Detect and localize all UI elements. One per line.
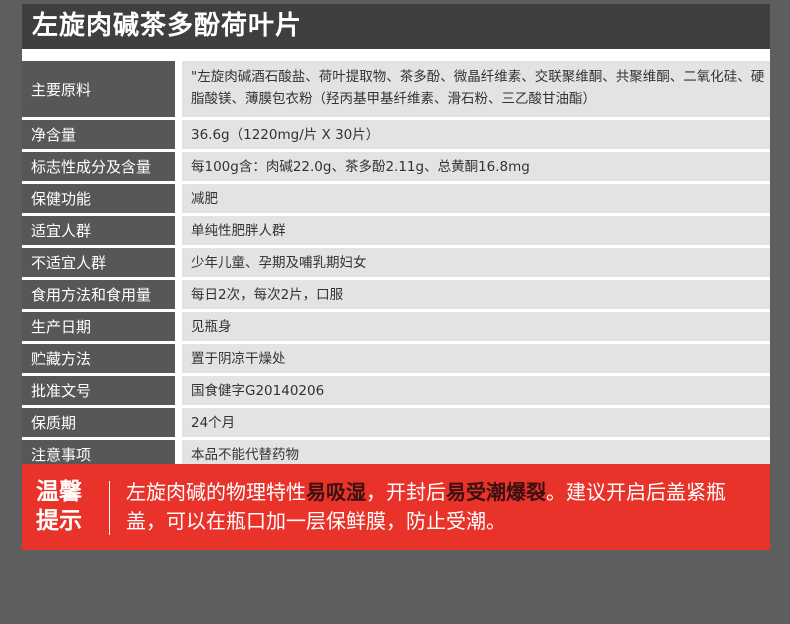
row-value: 单纯性肥胖人群 bbox=[182, 216, 770, 245]
table-row-ingredients: 主要原料 "左旋肉碱酒石酸盐、荷叶提取物、茶多酚、微晶纤维素、交联聚维酮、共聚维… bbox=[22, 61, 770, 117]
tip-highlight-moisture: 易吸湿 bbox=[306, 480, 366, 504]
row-label: 生产日期 bbox=[22, 312, 175, 341]
table-row-unsuitable-people: 不适宜人群 少年儿童、孕期及哺乳期妇女 bbox=[22, 248, 770, 277]
table-row-net-content: 净含量 36.6g（1220mg/片 X 30片） bbox=[22, 120, 770, 149]
row-value: 减肥 bbox=[182, 184, 770, 213]
row-label: 净含量 bbox=[22, 120, 175, 149]
row-label: 不适宜人群 bbox=[22, 248, 175, 277]
row-value: 置于阴凉干燥处 bbox=[182, 344, 770, 373]
tip-title-line2: 提示 bbox=[36, 508, 82, 534]
row-label: 贮藏方法 bbox=[22, 344, 175, 373]
tip-text-part1: 左旋肉碱的物理特性 bbox=[126, 480, 306, 504]
row-label: 保质期 bbox=[22, 408, 175, 437]
product-info-panel: 左旋肉碱茶多酚荷叶片 主要原料 "左旋肉碱酒石酸盐、荷叶提取物、茶多酚、微晶纤维… bbox=[22, 4, 770, 550]
warm-tip-banner: 温馨 提示 左旋肉碱的物理特性易吸湿，开封后易受潮爆裂。建议开启后盖紧瓶盖，可以… bbox=[22, 464, 770, 550]
page-title: 左旋肉碱茶多酚荷叶片 bbox=[22, 4, 770, 49]
row-label: 批准文号 bbox=[22, 376, 175, 405]
table-row-shelf-life: 保质期 24个月 bbox=[22, 408, 770, 437]
tip-text-part2: ，开封后 bbox=[366, 480, 446, 504]
row-label: 标志性成分及含量 bbox=[22, 152, 175, 181]
row-value: 36.6g（1220mg/片 X 30片） bbox=[182, 120, 770, 149]
row-value: 每100g含：肉碱22.0g、茶多酚2.11g、总黄酮16.8mg bbox=[182, 152, 770, 181]
table-row-production-date: 生产日期 见瓶身 bbox=[22, 312, 770, 341]
tip-title-line1: 温馨 bbox=[36, 479, 82, 505]
tip-highlight-burst: 易受潮爆裂 bbox=[446, 480, 546, 504]
table-row-key-components: 标志性成分及含量 每100g含：肉碱22.0g、茶多酚2.11g、总黄酮16.8… bbox=[22, 152, 770, 181]
table-row-storage: 贮藏方法 置于阴凉干燥处 bbox=[22, 344, 770, 373]
row-value: 见瓶身 bbox=[182, 312, 770, 341]
row-value: 每日2次，每次2片，口服 bbox=[182, 280, 770, 309]
tip-divider bbox=[109, 481, 110, 535]
tip-text: 左旋肉碱的物理特性易吸湿，开封后易受潮爆裂。建议开启后盖紧瓶盖，可以在瓶口加一层… bbox=[126, 478, 762, 536]
row-label: 主要原料 bbox=[22, 61, 175, 117]
row-label: 适宜人群 bbox=[22, 216, 175, 245]
row-value: 少年儿童、孕期及哺乳期妇女 bbox=[182, 248, 770, 277]
tip-title: 温馨 提示 bbox=[36, 478, 96, 536]
table-row-dosage: 食用方法和食用量 每日2次，每次2片，口服 bbox=[22, 280, 770, 309]
row-value: 24个月 bbox=[182, 408, 770, 437]
row-label: 保健功能 bbox=[22, 184, 175, 213]
spec-table: 主要原料 "左旋肉碱酒石酸盐、荷叶提取物、茶多酚、微晶纤维素、交联聚维酮、共聚维… bbox=[22, 61, 770, 469]
row-value: 国食健字G20140206 bbox=[182, 376, 770, 405]
table-row-health-function: 保健功能 减肥 bbox=[22, 184, 770, 213]
row-value: "左旋肉碱酒石酸盐、荷叶提取物、茶多酚、微晶纤维素、交联聚维酮、共聚维酮、二氧化… bbox=[182, 61, 770, 117]
row-label: 食用方法和食用量 bbox=[22, 280, 175, 309]
table-row-suitable-people: 适宜人群 单纯性肥胖人群 bbox=[22, 216, 770, 245]
table-row-approval-number: 批准文号 国食健字G20140206 bbox=[22, 376, 770, 405]
